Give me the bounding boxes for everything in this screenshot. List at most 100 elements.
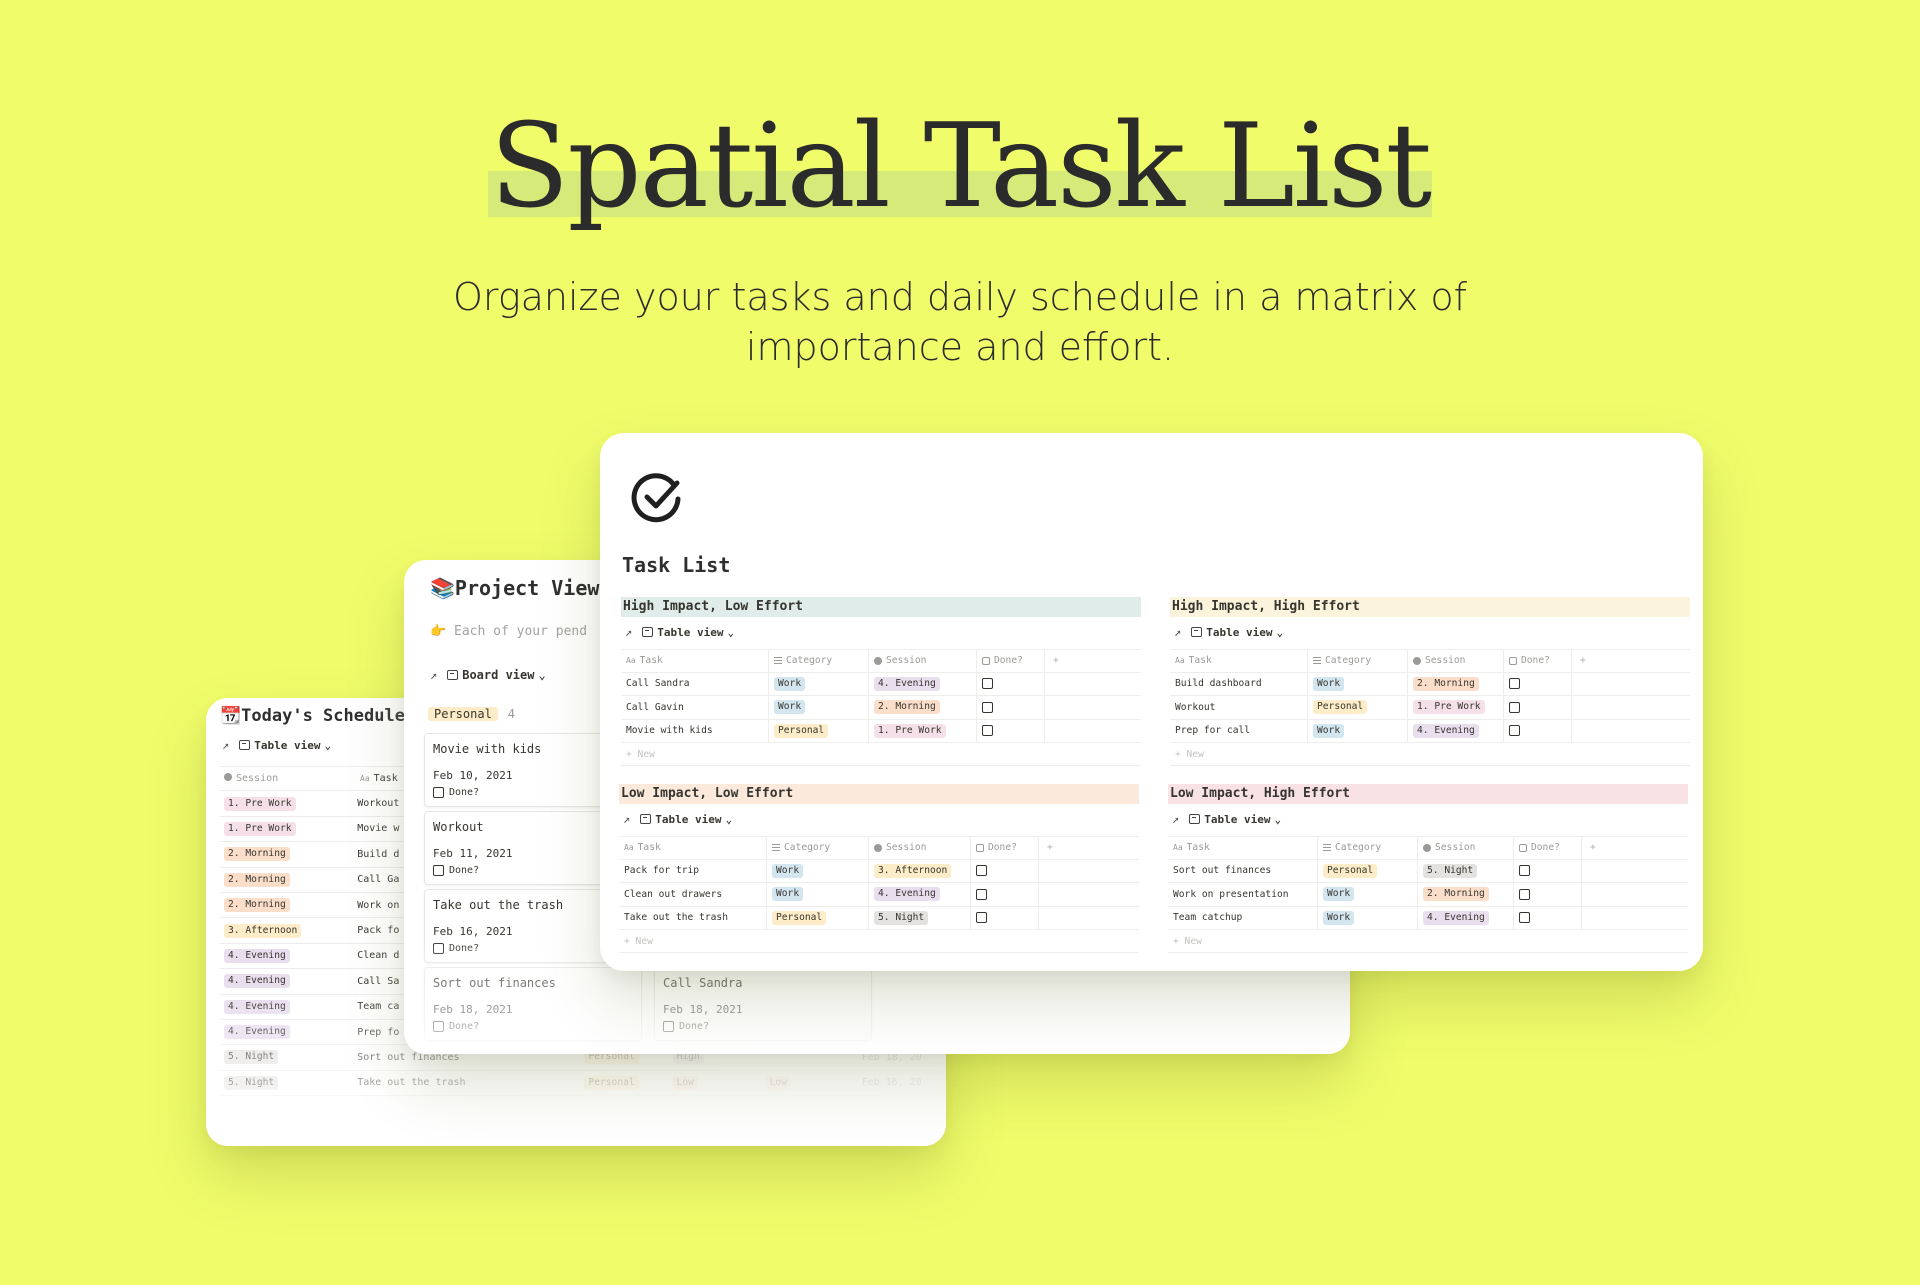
session-tag[interactable]: 1. Pre Work <box>224 821 296 836</box>
category-tag[interactable]: Personal <box>774 723 829 738</box>
done-checkbox[interactable] <box>976 865 987 877</box>
done-checkbox[interactable] <box>1509 701 1520 713</box>
open-arrow-icon[interactable]: ↗ <box>1174 625 1181 639</box>
task-cell[interactable]: Pack for trip <box>619 859 767 882</box>
table-row[interactable]: Work on presentation Work 2. Morning <box>1168 883 1688 907</box>
session-tag[interactable]: 2. Morning <box>1413 676 1479 691</box>
task-cell[interactable]: Workout <box>1170 696 1308 719</box>
task-cell[interactable]: Take out the trash <box>619 906 767 929</box>
open-arrow-icon[interactable]: ↗ <box>623 812 630 826</box>
header-category[interactable]: Category <box>1308 650 1408 672</box>
header-done[interactable]: Done? <box>971 837 1039 859</box>
header-category[interactable]: Category <box>1318 837 1418 859</box>
header-session[interactable]: Session <box>869 650 977 672</box>
table-row[interactable]: Movie with kids Personal 1. Pre Work <box>621 719 1141 743</box>
new-row-button[interactable]: + New <box>1170 743 1690 766</box>
open-arrow-icon[interactable]: ↗ <box>222 738 229 752</box>
header-session[interactable]: Session <box>220 773 360 784</box>
table-row[interactable]: Build dashboard Work 2. Morning <box>1170 672 1690 696</box>
header-session[interactable]: Session <box>1408 650 1504 672</box>
category-tag[interactable]: Personal <box>772 910 827 925</box>
session-tag[interactable]: 4. Evening <box>224 948 290 963</box>
header-session[interactable]: Session <box>1418 837 1514 859</box>
done-checkbox[interactable] <box>1509 678 1520 690</box>
session-tag[interactable]: 2. Morning <box>874 700 940 715</box>
board-card[interactable]: Sort out finances Feb 18, 2021 Done? <box>424 967 642 1041</box>
header-session[interactable]: Session <box>869 837 971 859</box>
session-tag[interactable]: 2. Morning <box>224 898 290 913</box>
task-cell[interactable]: Build dashboard <box>1170 672 1308 695</box>
done-checkbox[interactable] <box>1509 725 1520 737</box>
session-tag[interactable]: 2. Morning <box>224 872 290 887</box>
done-checkbox[interactable] <box>1519 865 1530 877</box>
done-checkbox[interactable] <box>663 1021 674 1032</box>
session-tag[interactable]: 5. Night <box>1423 863 1478 878</box>
table-row[interactable]: Pack for trip Work 3. Afternoon <box>619 859 1139 883</box>
category-tag[interactable]: Work <box>774 700 806 715</box>
session-tag[interactable]: 1. Pre Work <box>874 723 946 738</box>
category-tag[interactable]: Personal <box>1313 700 1368 715</box>
category-tag[interactable]: Work <box>772 887 804 902</box>
done-checkbox[interactable] <box>976 888 987 900</box>
table-view-switcher[interactable]: Table view ⌄ <box>640 813 732 826</box>
done-checkbox[interactable] <box>433 865 444 876</box>
task-cell[interactable]: Movie with kids <box>621 719 769 742</box>
category-tag[interactable]: Work <box>772 863 804 878</box>
done-checkbox[interactable] <box>1519 888 1530 900</box>
new-row-button[interactable]: + New <box>621 743 1141 766</box>
table-row[interactable]: Call Sandra Work 4. Evening <box>621 672 1141 696</box>
session-tag[interactable]: 1. Pre Work <box>224 796 296 811</box>
task-cell[interactable]: Clean out drawers <box>619 883 767 906</box>
session-tag[interactable]: 4. Evening <box>224 974 290 989</box>
open-arrow-icon[interactable]: ↗ <box>430 668 437 682</box>
done-checkbox[interactable] <box>982 678 993 690</box>
task-cell[interactable]: Call Sandra <box>621 672 769 695</box>
category-tag[interactable]: Personal <box>1323 863 1378 878</box>
done-checkbox[interactable] <box>976 912 987 924</box>
add-property-button[interactable]: + <box>1572 655 1586 666</box>
header-task[interactable]: Aa Task <box>621 650 769 672</box>
task-cell[interactable]: Take out the trash <box>357 1077 584 1088</box>
task-cell[interactable]: Prep for call <box>1170 719 1308 742</box>
new-row-button[interactable]: + New <box>1168 930 1688 953</box>
table-row[interactable]: Call Gavin Work 2. Morning <box>621 696 1141 720</box>
category-tag[interactable]: Work <box>1313 676 1345 691</box>
session-tag[interactable]: 2. Morning <box>1423 887 1489 902</box>
session-tag[interactable]: 5. Night <box>224 1075 279 1090</box>
table-row[interactable]: 5. Night Take out the trash Personal Low Low… <box>220 1071 940 1097</box>
session-tag[interactable]: 3. Afternoon <box>224 923 302 938</box>
task-cell[interactable]: Call Gavin <box>621 696 769 719</box>
category-tag[interactable]: Work <box>1323 910 1355 925</box>
done-checkbox[interactable] <box>433 943 444 954</box>
session-tag[interactable]: 2. Morning <box>224 847 290 862</box>
open-arrow-icon[interactable]: ↗ <box>625 625 632 639</box>
task-cell[interactable]: Team catchup <box>1168 906 1318 929</box>
board-card[interactable]: Call Sandra Feb 18, 2021 Done? <box>654 967 872 1041</box>
category-tag[interactable]: Work <box>774 676 806 691</box>
session-tag[interactable]: 4. Evening <box>224 1025 290 1040</box>
group-tag-personal[interactable]: Personal <box>428 707 498 721</box>
impact-tag[interactable]: Low <box>672 1075 698 1090</box>
done-checkbox[interactable] <box>433 1021 444 1032</box>
schedule-view-switcher[interactable]: Table view ⌄ <box>239 739 331 752</box>
open-arrow-icon[interactable]: ↗ <box>1172 812 1179 826</box>
header-task[interactable]: Aa Task <box>1168 837 1318 859</box>
header-task[interactable]: Aa Task <box>619 837 767 859</box>
category-tag[interactable]: Personal <box>584 1075 639 1090</box>
header-done[interactable]: Done? <box>1504 650 1572 672</box>
header-done[interactable]: Done? <box>1514 837 1582 859</box>
done-checkbox[interactable] <box>433 787 444 798</box>
session-tag[interactable]: 1. Pre Work <box>1413 700 1485 715</box>
add-property-button[interactable]: + <box>1045 655 1059 666</box>
table-row[interactable]: Team catchup Work 4. Evening <box>1168 906 1688 930</box>
table-row[interactable]: Take out the trash Personal 5. Night <box>619 906 1139 930</box>
done-checkbox[interactable] <box>982 725 993 737</box>
header-task[interactable]: Aa Task <box>1170 650 1308 672</box>
table-view-switcher[interactable]: Table view ⌄ <box>1189 813 1281 826</box>
category-tag[interactable]: Work <box>1323 887 1355 902</box>
category-tag[interactable]: Work <box>1313 723 1345 738</box>
new-row-button[interactable]: + New <box>619 930 1139 953</box>
done-checkbox[interactable] <box>982 701 993 713</box>
add-property-button[interactable]: + <box>1039 842 1053 853</box>
session-tag[interactable]: 4. Evening <box>1413 723 1479 738</box>
